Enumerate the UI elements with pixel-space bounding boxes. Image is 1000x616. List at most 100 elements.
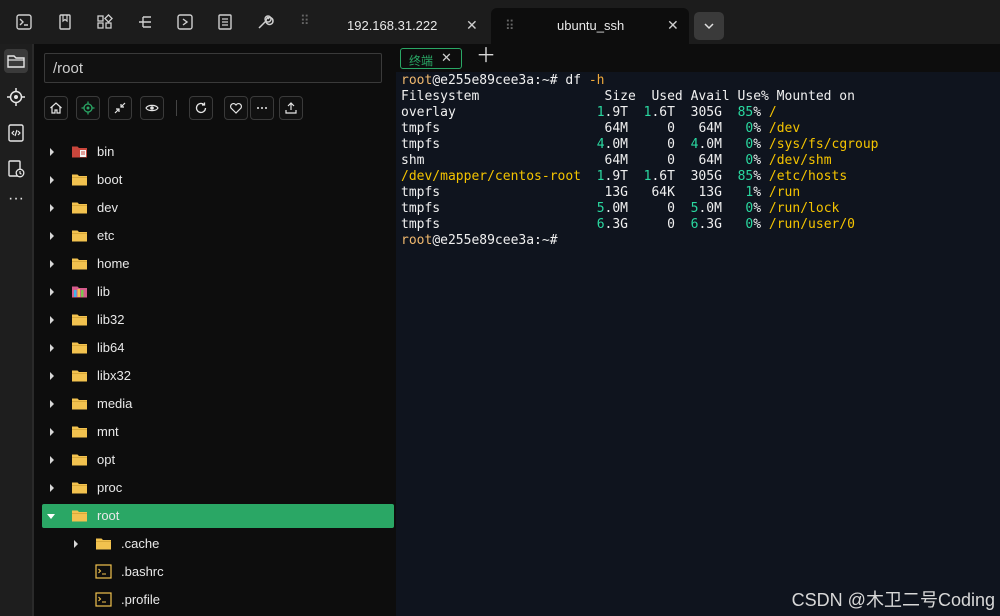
tree-item-label: etc <box>97 228 115 243</box>
command: df <box>565 73 582 88</box>
upload-button[interactable] <box>279 96 303 120</box>
tree-item-label: opt <box>97 452 116 467</box>
chevron-right-icon[interactable] <box>48 147 56 157</box>
df-size-rest: .9T <box>604 169 628 184</box>
tree-icon[interactable] <box>136 13 154 31</box>
df-avail: 64M <box>698 121 722 136</box>
df-filesystem: overlay <box>401 105 456 120</box>
df-size: 13G <box>604 185 628 200</box>
home-button[interactable] <box>44 96 68 120</box>
tree-item-libx32[interactable]: libx32 <box>42 364 394 388</box>
tree-item-lib64[interactable]: lib64 <box>42 336 394 360</box>
chevron-right-icon[interactable] <box>48 427 56 437</box>
tree-item-bin[interactable]: bin <box>42 140 394 164</box>
code-icon[interactable] <box>6 123 26 143</box>
tree-item-label: mnt <box>97 424 119 439</box>
grid-icon[interactable] <box>96 13 114 31</box>
close-icon[interactable]: ✕ <box>441 50 452 66</box>
tree-item-dot-bashrc[interactable]: .bashrc <box>42 560 394 584</box>
tree-item-label: lib32 <box>97 312 125 327</box>
add-terminal-button[interactable]: ＋ <box>476 46 496 66</box>
tree-item-label: libx32 <box>97 368 131 383</box>
show-hidden-button[interactable] <box>140 96 164 120</box>
df-mount: / <box>768 105 777 120</box>
chevron-down-icon <box>704 23 714 30</box>
terminal-file-icon <box>95 592 112 607</box>
eye-icon <box>145 104 159 112</box>
chevron-down-icon[interactable] <box>46 512 55 522</box>
terminal-file-icon <box>95 564 112 579</box>
home-icon <box>50 102 62 114</box>
wrench-icon[interactable] <box>256 13 274 31</box>
chevron-right-icon[interactable] <box>48 399 56 409</box>
tab-192-168-31-222[interactable]: 192.168.31.222 ✕ <box>330 8 490 44</box>
tree-item-dev[interactable]: dev <box>42 196 394 220</box>
folder-icon <box>71 480 88 495</box>
terminal-icon[interactable] <box>15 13 33 31</box>
bookmark-icon[interactable] <box>56 13 74 31</box>
terminal-output[interactable]: root@e255e89cee3a:~# df -h Filesystem Si… <box>401 73 878 249</box>
tree-item-proc[interactable]: proc <box>42 476 394 500</box>
collapse-button[interactable] <box>108 96 132 120</box>
tree-item-etc[interactable]: etc <box>42 224 394 248</box>
close-icon[interactable]: ✕ <box>466 17 478 34</box>
chevron-right-icon[interactable] <box>48 231 56 241</box>
more-icon <box>257 107 267 109</box>
tree-item-label: bin <box>97 144 115 159</box>
chevron-right-icon[interactable] <box>72 539 80 549</box>
tree-item-media[interactable]: media <box>42 392 394 416</box>
prompt-user: root <box>401 233 433 248</box>
chevron-right-icon[interactable] <box>48 175 56 185</box>
tree-item-dot-profile[interactable]: .profile <box>42 588 394 612</box>
df-mount: /run/lock <box>768 201 840 216</box>
tree-item-label: home <box>97 256 130 271</box>
df-size: 6 <box>596 217 605 232</box>
tree-item-label: media <box>97 396 133 411</box>
folder-icon <box>71 424 88 439</box>
folder-icon <box>71 312 88 327</box>
df-use: 85 <box>737 169 754 184</box>
chevron-right-icon[interactable] <box>48 343 56 353</box>
folder-icon <box>95 536 112 551</box>
tree-item-boot[interactable]: boot <box>42 168 394 192</box>
close-icon[interactable]: ✕ <box>667 17 679 34</box>
chevron-right-icon[interactable] <box>48 371 56 381</box>
chevron-right-icon[interactable] <box>48 315 56 325</box>
terminal-panel[interactable]: 终端 ✕ ＋ root@e255e89cee3a:~# df -h Filesy… <box>396 44 1000 616</box>
chevron-right-icon[interactable] <box>48 203 56 213</box>
tab-ubuntu-ssh[interactable]: ⠿ ubuntu_ssh ✕ <box>491 8 689 44</box>
drag-handle-icon[interactable]: ⠿ <box>300 13 311 29</box>
tree-item-opt[interactable]: opt <box>42 448 394 472</box>
chevron-right-icon[interactable] <box>48 483 56 493</box>
refresh-button[interactable] <box>189 96 213 120</box>
more-icon[interactable]: ··· <box>8 191 28 214</box>
locate-button[interactable] <box>76 96 100 120</box>
favorite-button[interactable] <box>224 96 248 120</box>
tree-item-root[interactable]: root <box>42 504 394 528</box>
tab-dropdown-button[interactable] <box>694 12 724 40</box>
df-avail: 64M <box>698 153 722 168</box>
path-input[interactable] <box>44 53 382 83</box>
tree-item-lib[interactable]: lib <box>42 280 394 304</box>
folder-icon[interactable] <box>4 49 28 73</box>
chevron-right-icon[interactable] <box>48 455 56 465</box>
chevron-right-icon[interactable] <box>48 259 56 269</box>
list-icon[interactable] <box>216 13 234 31</box>
run-icon[interactable] <box>176 13 194 31</box>
df-filesystem: tmpfs <box>401 185 441 200</box>
tree-item-mnt[interactable]: mnt <box>42 420 394 444</box>
chevron-right-icon[interactable] <box>48 287 56 297</box>
df-filesystem: tmpfs <box>401 121 441 136</box>
tree-item-dot-cache[interactable]: .cache <box>42 532 394 556</box>
toolbar-separator <box>176 100 177 116</box>
more-button[interactable] <box>250 96 274 120</box>
tree-item-lib32[interactable]: lib32 <box>42 308 394 332</box>
locate-icon[interactable] <box>6 87 26 107</box>
terminal-tab[interactable]: 终端 ✕ <box>400 48 462 69</box>
file-history-icon[interactable] <box>6 159 26 179</box>
drag-handle-icon[interactable]: ⠿ <box>505 18 516 34</box>
df-filesystem: shm <box>401 153 425 168</box>
folder-icon <box>71 340 88 355</box>
tree-item-home[interactable]: home <box>42 252 394 276</box>
df-avail: 305G <box>690 169 722 184</box>
